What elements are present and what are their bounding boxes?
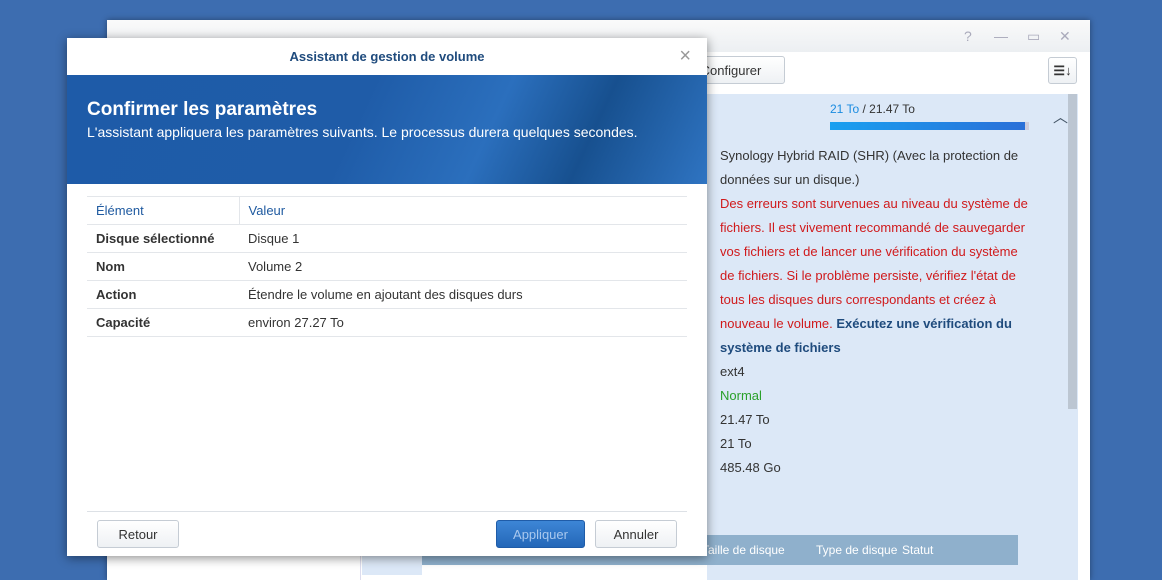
cancel-button[interactable]: Annuler <box>595 520 677 548</box>
dialog-banner: Confirmer les paramètres L'assistant app… <box>67 75 707 184</box>
table-row: Nom Volume 2 <box>87 252 687 281</box>
error-message: Des erreurs sont survenues au niveau du … <box>720 196 1028 331</box>
total-size: / 21.47 To <box>859 102 915 116</box>
table-row: Action Étendre le volume en ajoutant des … <box>87 280 687 309</box>
maximize-icon[interactable]: ▭ <box>1027 28 1040 45</box>
scrollbar[interactable] <box>1068 94 1077 409</box>
settings-table: Élément Valeur Disque sélectionné Disque 1… <box>87 196 687 337</box>
filesystem: ext4 <box>720 364 745 379</box>
sort-icon[interactable]: ☰↓ <box>1048 57 1077 84</box>
row-value: environ 27.27 To <box>239 308 687 337</box>
used-size: 21 To <box>830 102 860 116</box>
col-value: Valeur <box>239 196 687 225</box>
dialog-description: L'assistant appliquera les paramètres su… <box>87 124 638 140</box>
collapse-chevron-icon[interactable]: ︿ <box>1053 106 1068 127</box>
col-status[interactable]: Statut <box>902 535 933 565</box>
raid-type: Synology Hybrid RAID (SHR) (Avec la prot… <box>720 148 1019 187</box>
volume-details-panel: 21 To / 21.47 To ︿ Synology Hybrid RAID … <box>707 94 1078 580</box>
dialog-title: Assistant de gestion de volume <box>289 49 485 64</box>
row-key: Disque sélectionné <box>87 224 239 253</box>
row-key: Action <box>87 280 239 309</box>
col-disk-size[interactable]: Taille de disque <box>702 535 785 565</box>
dialog-heading: Confirmer les paramètres <box>87 99 318 120</box>
capacity: 21.47 To <box>720 412 770 427</box>
row-key: Capacité <box>87 308 239 337</box>
footer-divider <box>87 511 687 512</box>
apply-button[interactable]: Appliquer <box>496 520 585 548</box>
close-icon[interactable]: × <box>679 38 691 75</box>
status: Normal <box>720 388 762 403</box>
row-value: Étendre le volume en ajoutant des disque… <box>239 280 687 309</box>
usage-bar <box>830 122 1029 130</box>
row-value: Volume 2 <box>239 252 687 281</box>
close-window-icon[interactable]: ✕ <box>1059 28 1071 45</box>
row-value: Disque 1 <box>239 224 687 253</box>
table-row: Capacité environ 27.27 To <box>87 308 687 337</box>
used: 21 To <box>720 436 752 451</box>
free: 485.48 Go <box>720 460 781 475</box>
volume-wizard-dialog: Assistant de gestion de volume × Confirme… <box>67 38 707 556</box>
col-disk-type[interactable]: Type de disque <box>816 535 897 565</box>
row-key: Nom <box>87 252 239 281</box>
help-icon[interactable]: ? <box>964 28 972 44</box>
back-button[interactable]: Retour <box>97 520 179 548</box>
minimize-icon[interactable]: — <box>994 28 1008 44</box>
table-row: Disque sélectionné Disque 1 <box>87 224 687 253</box>
col-element: Élément <box>87 196 240 225</box>
